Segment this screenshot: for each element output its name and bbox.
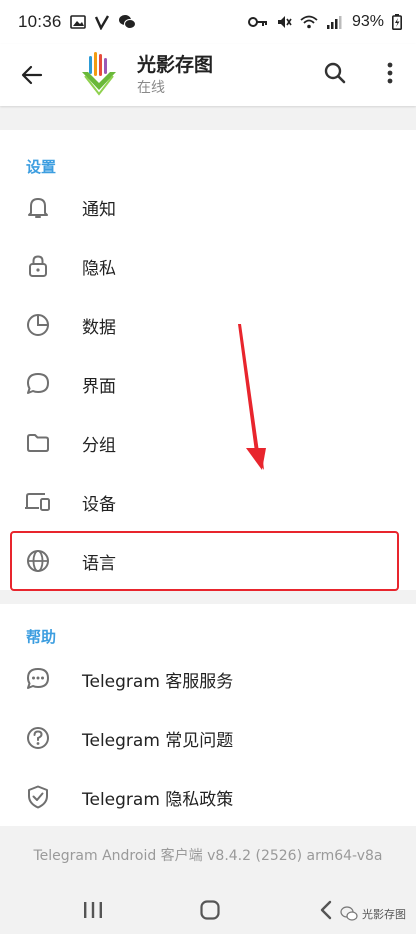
home-button[interactable] — [199, 899, 221, 925]
settings-item-label: 分组 — [82, 436, 116, 456]
settings-section: 设置 通知 隐私 数据 界面 分组 设备 语言 — [0, 130, 416, 590]
chat-avatar[interactable] — [80, 50, 118, 100]
wechat-watermark-icon — [340, 906, 358, 921]
status-time: 10:36 — [18, 12, 62, 31]
help-item-label: Telegram 客服服务 — [82, 672, 234, 692]
status-bar: 10:36 93% — [0, 0, 416, 44]
search-button[interactable] — [320, 58, 350, 88]
question-icon — [24, 724, 52, 752]
battery-icon — [392, 14, 402, 30]
more-vertical-icon — [387, 62, 393, 84]
help-item-label: Telegram 隐私政策 — [82, 790, 234, 810]
wechat-icon — [118, 14, 136, 30]
gallery-icon — [69, 14, 86, 30]
watermark: 光影存图 — [340, 906, 406, 922]
settings-item-label: 隐私 — [82, 259, 116, 279]
settings-item-interface[interactable]: 界面 — [0, 355, 416, 413]
settings-item-label: 语言 — [82, 554, 116, 574]
devices-icon — [24, 488, 52, 516]
mute-icon — [276, 14, 292, 30]
app-bar: 光影存图 在线 — [0, 44, 416, 106]
settings-item-language[interactable]: 语言 — [0, 532, 416, 590]
chat-bubble-icon — [24, 370, 52, 398]
pie-chart-icon — [24, 311, 52, 339]
recents-button[interactable] — [82, 900, 104, 924]
settings-item-label: 通知 — [82, 200, 116, 220]
battery-percent: 93% — [351, 13, 384, 30]
folder-icon — [24, 429, 52, 457]
settings-header: 设置 — [26, 158, 57, 176]
bell-icon — [24, 193, 52, 221]
chat-dots-icon — [24, 665, 52, 693]
globe-icon — [24, 547, 52, 575]
settings-item-devices[interactable]: 设备 — [0, 473, 416, 531]
help-item-privacy-policy[interactable]: Telegram 隐私政策 — [0, 768, 416, 826]
settings-item-label: 数据 — [82, 318, 116, 338]
key-icon — [247, 16, 268, 28]
help-item-faq[interactable]: Telegram 常见问题 — [0, 709, 416, 767]
help-item-label: Telegram 常见问题 — [82, 731, 234, 751]
back-button[interactable] — [18, 61, 46, 89]
recents-icon — [84, 902, 102, 918]
wifi-icon — [300, 14, 318, 30]
chevron-left-icon — [320, 900, 332, 920]
chat-title: 光影存图 — [137, 54, 214, 76]
version-info: Telegram Android 客户端 v8.4.2 (2526) arm64… — [33, 848, 383, 864]
settings-item-label: 界面 — [82, 377, 116, 397]
help-item-support[interactable]: Telegram 客服服务 — [0, 650, 416, 708]
home-icon — [200, 900, 220, 920]
settings-item-data[interactable]: 数据 — [0, 296, 416, 354]
chat-status: 在线 — [137, 80, 165, 96]
more-options-button[interactable] — [378, 58, 402, 88]
status-bar-left: 10:36 — [18, 12, 136, 32]
settings-item-notifications[interactable]: 通知 — [0, 178, 416, 236]
help-section: 帮助 Telegram 客服服务 Telegram 常见问题 Telegram … — [0, 604, 416, 826]
system-back-button[interactable] — [318, 899, 334, 925]
shield-check-icon — [24, 783, 52, 811]
arrow-left-icon — [21, 65, 43, 85]
signal-icon — [326, 15, 342, 29]
check-mark-icon — [94, 14, 110, 30]
search-icon — [324, 62, 346, 84]
status-bar-right: 93% — [247, 13, 402, 31]
settings-item-privacy[interactable]: 隐私 — [0, 237, 416, 295]
watermark-text: 光影存图 — [362, 908, 406, 921]
settings-item-folders[interactable]: 分组 — [0, 414, 416, 472]
lock-icon — [24, 252, 52, 280]
logo-icon — [82, 52, 116, 96]
help-header: 帮助 — [26, 628, 57, 646]
settings-item-label: 设备 — [82, 495, 116, 515]
